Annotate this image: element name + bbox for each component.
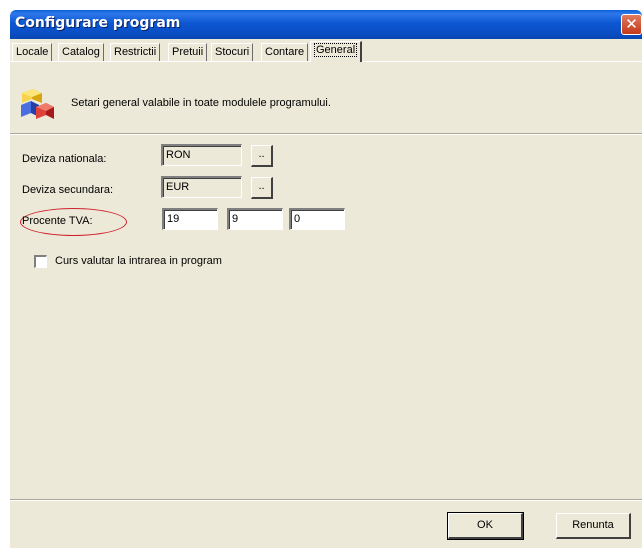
tab-stocuri[interactable]: Stocuri	[211, 43, 254, 61]
tab-catalog[interactable]: Catalog	[58, 43, 104, 61]
tab-strip: Locale Catalog Restrictii Pretuii Stocur…	[10, 41, 642, 62]
close-icon[interactable]: ✕	[621, 14, 642, 35]
header-panel: Setari general valabile in toate modulel…	[10, 84, 642, 130]
deviza-nationala-label: Deviza nationala:	[22, 153, 107, 165]
deviza-secundara-label: Deviza secundara:	[22, 184, 114, 196]
tab-general[interactable]: General	[310, 41, 363, 62]
curs-valutar-checkbox[interactable]	[34, 255, 47, 268]
tva-standard-field[interactable]: 19	[162, 208, 218, 230]
procente-tva-label: Procente TVA:	[22, 215, 93, 227]
deviza-secundara-field[interactable]: EUR	[161, 176, 242, 198]
deviza-secundara-browse-button[interactable]: ..	[251, 177, 273, 199]
divider-highlight	[10, 134, 642, 135]
cubes-icon	[21, 89, 54, 119]
renunta-button[interactable]: Renunta	[556, 513, 631, 539]
tab-pretuii[interactable]: Pretuii	[168, 43, 208, 61]
tab-contare[interactable]: Contare	[261, 43, 309, 61]
deviza-nationala-field[interactable]: RON	[161, 144, 242, 166]
tab-locale[interactable]: Locale	[12, 43, 53, 61]
deviza-nationala-browse-button[interactable]: ..	[251, 145, 273, 167]
tva-reduced-field[interactable]: 9	[227, 208, 283, 230]
tva-zero-field[interactable]: 0	[289, 208, 345, 230]
tab-restrictii[interactable]: Restrictii	[110, 43, 161, 61]
configurare-program-window: Configurare program ✕ Locale Catalog Res…	[0, 0, 642, 548]
footer-divider-highlight	[10, 500, 642, 501]
window-title: Configurare program	[15, 15, 181, 31]
ok-button[interactable]: OK	[447, 512, 524, 540]
header-description: Setari general valabile in toate modulel…	[71, 97, 331, 109]
dialog-body: Locale Catalog Restrictii Pretuii Stocur…	[10, 39, 642, 548]
curs-valutar-label: Curs valutar la intrarea in program	[55, 255, 222, 267]
title-bar[interactable]: Configurare program ✕	[10, 10, 642, 39]
